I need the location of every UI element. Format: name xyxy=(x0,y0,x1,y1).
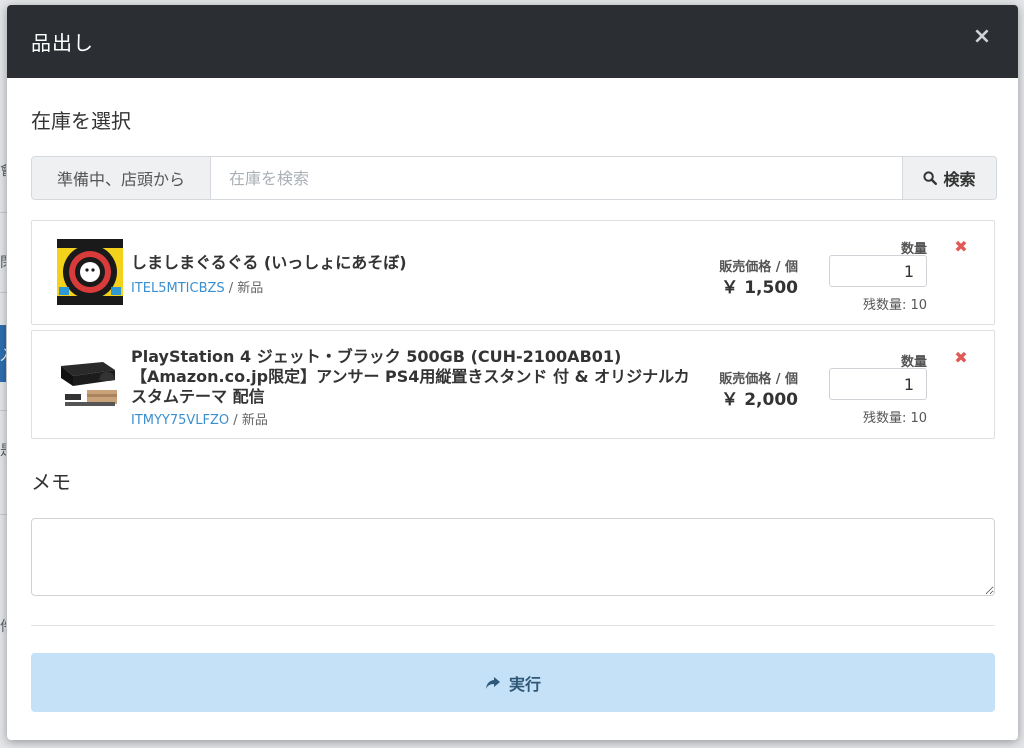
remaining-stock: 残数量: 10 xyxy=(862,298,927,313)
search-button[interactable]: 検索 xyxy=(902,157,996,199)
search-icon xyxy=(923,171,938,185)
background-fragment: 會 xyxy=(0,160,6,180)
memo-textarea[interactable] xyxy=(31,518,995,596)
stock-section-title: 在庫を選択 xyxy=(31,109,131,133)
search-scope-label: 準備中、店頭から xyxy=(32,157,211,199)
price-value: ￥ 1,500 xyxy=(721,278,798,298)
item-name: PlayStation 4 ジェット・ブラック 500GB (CUH-2100A… xyxy=(131,347,690,406)
quantity-input[interactable] xyxy=(829,255,927,287)
background-fragment: 入 xyxy=(0,345,6,365)
item-condition: / 新品 xyxy=(229,413,268,428)
stock-search-input[interactable] xyxy=(211,157,902,199)
stock-item-row: しましまぐるぐる (いっしょにあそぼ) ITEL5MTICBZS / 新品 販売… xyxy=(31,220,995,325)
close-icon[interactable]: × xyxy=(970,25,994,49)
background-fragment: 是 xyxy=(0,440,6,460)
background-fragment: 件 xyxy=(0,616,6,636)
item-code-line: ITEL5MTICBZS / 新品 xyxy=(131,277,263,296)
modal-title: 品出し xyxy=(31,31,94,55)
memo-section-title: メモ xyxy=(31,470,71,494)
background-fragment: 閉 xyxy=(0,252,6,272)
remove-icon[interactable]: ✖ xyxy=(954,350,968,366)
product-thumbnail xyxy=(57,239,123,305)
execute-button[interactable]: 実行 xyxy=(31,653,995,712)
item-code-link[interactable]: ITMYY75VLFZO xyxy=(131,413,229,428)
remove-icon[interactable]: ✖ xyxy=(954,239,968,255)
modal-header: 品出し × xyxy=(7,5,1018,78)
search-button-label: 検索 xyxy=(943,170,976,189)
remaining-stock: 残数量: 10 xyxy=(862,411,927,426)
share-arrow-icon xyxy=(485,676,500,689)
item-condition: / 新品 xyxy=(224,281,264,296)
product-thumbnail xyxy=(57,354,123,420)
stock-search-group: 準備中、店頭から 検索 xyxy=(31,156,997,200)
stock-out-modal: 品出し × 在庫を選択 準備中、店頭から 検索 しましま xyxy=(7,5,1018,740)
quantity-input[interactable] xyxy=(829,368,927,400)
footer-divider xyxy=(31,625,995,626)
stock-item-row: PlayStation 4 ジェット・ブラック 500GB (CUH-2100A… xyxy=(31,330,995,439)
item-code-line: ITMYY75VLFZO / 新品 xyxy=(131,409,268,428)
item-code-link[interactable]: ITEL5MTICBZS xyxy=(131,281,225,296)
item-name: しましまぐるぐる (いっしょにあそぼ) xyxy=(131,253,407,272)
execute-button-label: 実行 xyxy=(508,674,541,694)
price-value: ￥ 2,000 xyxy=(721,390,798,410)
